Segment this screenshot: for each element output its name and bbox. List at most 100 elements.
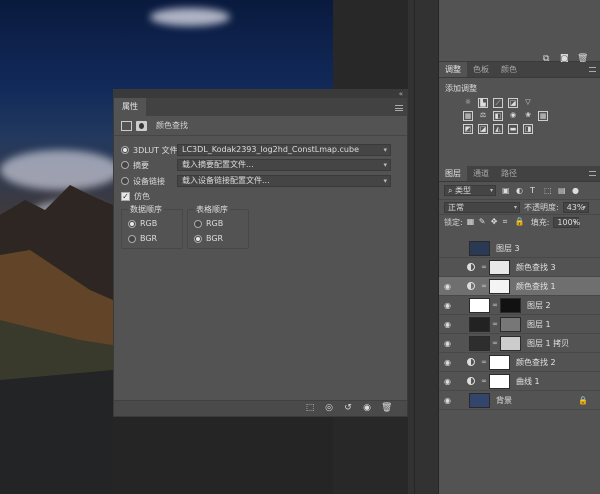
table-order-bgr-radio[interactable] xyxy=(194,234,202,243)
eye-icon[interactable]: ◉ xyxy=(444,339,457,348)
tab-layers[interactable]: 图层 xyxy=(439,166,467,181)
smart-object-filter-icon[interactable]: ▤ xyxy=(558,186,566,195)
tab-channels[interactable]: 通道 xyxy=(467,166,495,181)
selective-color-icon[interactable]: ◨ xyxy=(523,124,533,134)
reset-icon[interactable]: ↺ xyxy=(343,404,353,413)
device-link-radio[interactable] xyxy=(121,177,129,185)
device-link-row[interactable]: 设备链接 xyxy=(121,174,179,188)
layer-row[interactable]: ◉∞颜色查找 3 xyxy=(439,258,600,277)
layer-row[interactable]: ◉ ∞ 图层 2 xyxy=(439,296,600,315)
layer-mask-thumbnail[interactable] xyxy=(489,354,510,370)
type-filter-icon[interactable]: T xyxy=(530,186,538,195)
pixel-filter-icon[interactable]: ▣ xyxy=(502,186,510,195)
color-lookup-icon[interactable]: ▦ xyxy=(538,111,548,121)
invert-icon[interactable]: ◩ xyxy=(463,124,473,134)
trash-icon[interactable]: 🗑 xyxy=(381,404,392,413)
layer-name[interactable]: 图层 3 xyxy=(496,243,520,254)
filter-kind-dropdown[interactable]: ⌕ 类型 ▾ xyxy=(444,185,496,196)
tab-swatches[interactable]: 色板 xyxy=(467,62,495,77)
data-order-bgr[interactable]: BGR xyxy=(128,234,157,243)
fill-input[interactable]: 100% ▾ xyxy=(553,216,580,228)
photo-filter-icon[interactable]: ◉ xyxy=(508,111,518,121)
layer-thumbnail[interactable] xyxy=(469,392,490,408)
layer-row[interactable]: ◉ 背景 🔒 xyxy=(439,391,600,410)
link-icon[interactable]: ∞ xyxy=(492,320,498,328)
abstract-dropdown[interactable]: 载入摘要配置文件... ▾ xyxy=(177,159,391,171)
layer-name[interactable]: 曲线 1 xyxy=(516,376,540,387)
shape-filter-icon[interactable]: ⬚ xyxy=(544,186,552,195)
collapse-icon[interactable]: « xyxy=(399,90,403,98)
layer-row[interactable]: ◉ ∞ 曲线 1 xyxy=(439,372,600,391)
layer-row[interactable]: ◉ ∞ 颜色查找 1 xyxy=(439,277,600,296)
layer-row[interactable]: ◉图层 3 xyxy=(439,239,600,258)
layer-name[interactable]: 图层 1 拷贝 xyxy=(527,338,569,349)
color-balance-icon[interactable]: ⚖ xyxy=(478,111,488,121)
link-icon[interactable]: ∞ xyxy=(481,358,487,366)
link-icon[interactable]: ∞ xyxy=(481,263,487,271)
layer-mask-thumbnail[interactable] xyxy=(500,297,521,313)
layer-row[interactable]: ◉ ∞ 图层 1 拷贝 xyxy=(439,334,600,353)
lock-all-icon[interactable]: 🔒 xyxy=(515,218,525,226)
link-icon[interactable]: ∞ xyxy=(481,282,487,290)
filter-toggle-icon[interactable]: ● xyxy=(572,186,580,195)
lock-position-icon[interactable]: ✥ xyxy=(491,218,499,226)
layer-name[interactable]: 图层 2 xyxy=(527,300,551,311)
dither-checkbox[interactable]: ✓ xyxy=(121,191,130,201)
layer-mask-thumbnail[interactable] xyxy=(500,316,521,332)
lut-file-dropdown[interactable]: LC3DL_Kodak2393_log2hd_ConstLmap.cube ▾ xyxy=(177,144,391,156)
opacity-input[interactable]: 43% ▾ xyxy=(562,201,589,213)
exposure-icon[interactable]: ◪ xyxy=(508,98,518,108)
posterize-icon[interactable]: ◪ xyxy=(478,124,488,134)
eye-icon[interactable]: ◉ xyxy=(444,358,457,367)
lut-file-radio[interactable] xyxy=(121,146,129,154)
data-order-rgb-radio[interactable] xyxy=(128,219,136,228)
table-order-rgb[interactable]: RGB xyxy=(194,219,223,228)
layer-row[interactable]: ◉ ∞ 图层 1 xyxy=(439,315,600,334)
tab-properties[interactable]: 属性 xyxy=(114,98,146,116)
levels-icon[interactable]: ▙ xyxy=(478,98,488,108)
curves-icon[interactable]: ⟋ xyxy=(493,98,503,108)
link-icon[interactable]: ∞ xyxy=(492,339,498,347)
link-icon[interactable]: ∞ xyxy=(481,377,487,385)
eye-icon[interactable]: ◉ xyxy=(444,320,457,329)
layer-name[interactable]: 图层 1 xyxy=(527,319,551,330)
channel-mixer-icon[interactable]: ❀ xyxy=(523,111,533,121)
adjustment-grid-icon[interactable] xyxy=(121,120,132,131)
data-order-bgr-radio[interactable] xyxy=(128,234,136,243)
eye-icon[interactable]: ◉ xyxy=(444,396,457,405)
layer-name[interactable]: 颜色查找 2 xyxy=(516,357,556,368)
mask-icon[interactable] xyxy=(136,120,147,131)
tab-paths[interactable]: 路径 xyxy=(495,166,523,181)
brightness-icon[interactable]: ☼ xyxy=(463,98,473,108)
panel-menu-icon[interactable] xyxy=(589,67,596,72)
data-order-rgb[interactable]: RGB xyxy=(128,219,157,228)
hue-saturation-icon[interactable]: ▦ xyxy=(463,111,473,121)
layer-name[interactable]: 颜色查找 1 xyxy=(516,281,556,292)
tab-color[interactable]: 颜色 xyxy=(495,62,523,77)
lock-transparent-icon[interactable]: ▦ xyxy=(467,218,475,226)
eye-icon[interactable]: ◉ xyxy=(444,282,457,291)
black-white-icon[interactable]: ◧ xyxy=(493,111,503,121)
adjustment-filter-icon[interactable]: ◐ xyxy=(516,186,524,195)
eye-icon[interactable]: ◉ xyxy=(444,377,457,386)
table-order-rgb-radio[interactable] xyxy=(194,219,202,228)
gradient-map-icon[interactable]: ▬ xyxy=(508,124,518,134)
layer-name[interactable]: 颜色查找 3 xyxy=(516,262,556,273)
layer-thumbnail[interactable] xyxy=(469,297,490,313)
link-icon[interactable]: ∞ xyxy=(492,301,498,309)
dither-row[interactable]: ✓ 仿色 xyxy=(121,189,150,203)
table-order-bgr[interactable]: BGR xyxy=(194,234,223,243)
clip-to-layer-icon[interactable]: ⬚ xyxy=(305,404,315,413)
blend-mode-dropdown[interactable]: 正常 ▾ xyxy=(444,201,520,213)
panel-menu-icon[interactable] xyxy=(589,171,596,176)
eye-icon[interactable]: ◉ xyxy=(444,301,457,310)
layer-row[interactable]: ◉ ∞ 颜色查找 2 xyxy=(439,353,600,372)
vibrance-icon[interactable]: ▽ xyxy=(523,98,533,108)
threshold-icon[interactable]: ◭ xyxy=(493,124,503,134)
layer-mask-thumbnail[interactable] xyxy=(489,373,510,389)
layer-name[interactable]: 背景 xyxy=(496,395,512,406)
layer-thumbnail[interactable] xyxy=(469,316,490,332)
eye-icon[interactable]: ◉ xyxy=(362,404,372,413)
layer-mask-thumbnail[interactable] xyxy=(489,278,510,294)
abstract-radio[interactable] xyxy=(121,161,129,169)
